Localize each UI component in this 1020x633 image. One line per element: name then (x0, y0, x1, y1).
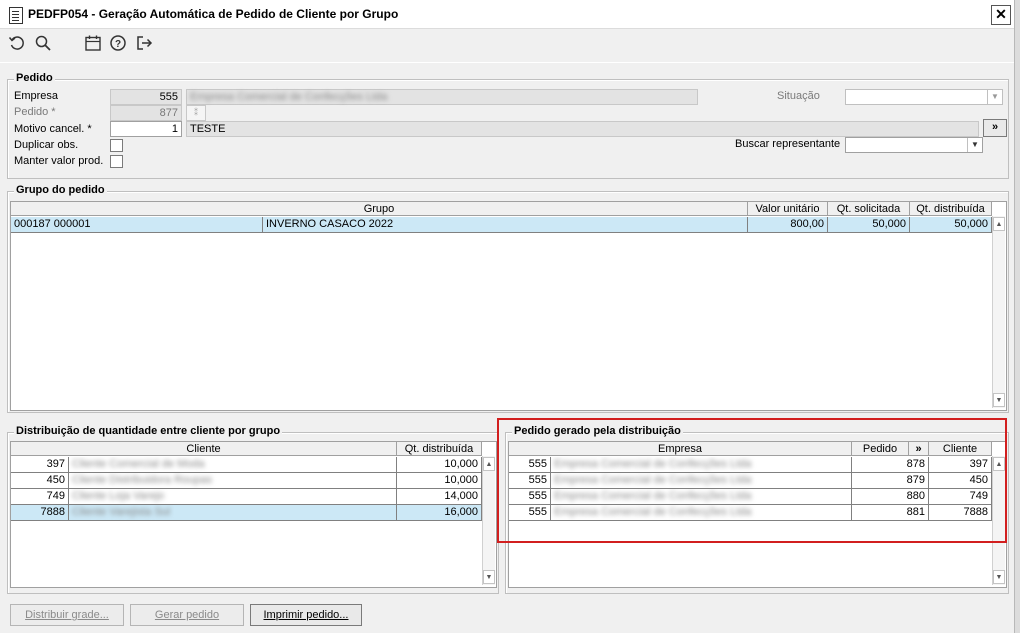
grupo-grid: Grupo Valor unitário Qt. solicitada Qt. … (10, 201, 1007, 411)
distribuicao-group-title: Distribuição de quantidade entre cliente… (14, 425, 283, 437)
distribuicao-grid: Cliente Qt. distribuída 397 Cliente Comer… (10, 441, 497, 588)
dist-header-qt[interactable]: Qt. distribuída (397, 442, 482, 456)
imprimir-pedido-button[interactable]: Imprimir pedido... (250, 604, 362, 626)
situacao-label: Situação (777, 90, 820, 102)
dist-cliente-name: Cliente Varejista Sul (69, 505, 397, 521)
undo-icon[interactable] (7, 34, 27, 54)
gerar-pedido-button: Gerar pedido (130, 604, 244, 626)
grupo-qtdist: 50,000 (910, 217, 992, 233)
motivo-label: Motivo cancel. * (14, 123, 92, 135)
grupo-header-qtsol[interactable]: Qt. solicitada (828, 202, 910, 216)
search-icon[interactable] (33, 34, 53, 54)
pedido-field: 877 (110, 105, 182, 121)
grupo-qtsol: 50,000 (828, 217, 910, 233)
dist-cliente-name: Cliente Comercial de Moda (69, 457, 397, 473)
chevron-down-icon: ▼ (987, 90, 1002, 104)
grupo-scrollbar[interactable]: ▲ ▼ (992, 216, 1005, 408)
dist-qt: 16,000 (397, 505, 482, 521)
duplicar-label: Duplicar obs. (14, 139, 79, 151)
manter-label: Manter valor prod. (14, 155, 104, 167)
scroll-down-icon[interactable]: ▼ (993, 570, 1005, 584)
scroll-up-icon[interactable]: ▲ (483, 457, 495, 471)
close-button[interactable]: ✕ (991, 5, 1011, 25)
dist-cliente-name-text: Cliente Loja Varejo (72, 490, 165, 502)
buscar-label: Buscar representante (735, 138, 841, 150)
grupo-group-title: Grupo do pedido (14, 184, 107, 196)
dist-header-cliente[interactable]: Cliente (11, 442, 397, 456)
motivo-lookup-button[interactable]: » (983, 119, 1007, 137)
motivo-field[interactable]: 1 (110, 121, 182, 137)
scroll-down-icon[interactable]: ▼ (483, 570, 495, 584)
imprimir-pedido-label: Imprimir pedido... (263, 609, 349, 621)
toolbar: ? (0, 29, 1014, 59)
scroll-up-icon[interactable]: ▲ (993, 217, 1005, 231)
motivo-desc-field: TESTE (186, 121, 979, 137)
grupo-header-grupo[interactable]: Grupo (11, 202, 748, 216)
dist-cliente-name-text: Cliente Varejista Sul (72, 506, 171, 518)
situacao-select[interactable]: ▼ (845, 89, 1003, 105)
dist-cliente-name-text: Cliente Distribuidora Roupas (72, 474, 213, 486)
grupo-header-qtdist[interactable]: Qt. distribuída (910, 202, 992, 216)
grupo-header-valor[interactable]: Valor unitário (748, 202, 828, 216)
dist-qt: 14,000 (397, 489, 482, 505)
calendar-icon[interactable] (83, 34, 103, 54)
grupo-codigo: 000187 000001 (11, 217, 263, 233)
empresa-name: Empresa Comercial de Confecções Ltda (190, 91, 388, 103)
dist-qt: 10,000 (397, 473, 482, 489)
empresa-name-field: Empresa Comercial de Confecções Ltda (186, 89, 698, 105)
highlight-box (497, 418, 1007, 543)
distribuir-grade-label: Distribuir grade... (25, 609, 109, 621)
exit-icon[interactable] (134, 34, 154, 54)
buscar-select[interactable]: ▼ (845, 137, 983, 153)
grupo-descricao: INVERNO CASACO 2022 (263, 217, 748, 233)
dist-cliente-code: 397 (11, 457, 69, 473)
dist-qt: 10,000 (397, 457, 482, 473)
duplicar-checkbox[interactable] (110, 139, 123, 152)
grupo-valor: 800,00 (748, 217, 828, 233)
toolbar-separator (0, 62, 1014, 63)
dist-cliente-name: Cliente Loja Varejo (69, 489, 397, 505)
window-edge (1014, 0, 1020, 633)
pedido-label: Pedido * (14, 106, 56, 118)
manter-checkbox[interactable] (110, 155, 123, 168)
help-icon[interactable]: ? (108, 34, 128, 54)
gerar-pedido-label: Gerar pedido (154, 609, 220, 621)
svg-text:?: ? (115, 39, 121, 50)
title-bar: PEDFP054 - Geração Automática de Pedido … (0, 0, 1014, 29)
chevron-down-icon: ▼ (967, 138, 982, 152)
document-icon (9, 7, 23, 24)
dist-cliente-name: Cliente Distribuidora Roupas (69, 473, 397, 489)
empresa-label: Empresa (14, 90, 59, 102)
dist-cliente-name-text: Cliente Comercial de Moda (72, 458, 205, 470)
distribuir-grade-button: Distribuir grade... (10, 604, 124, 626)
pedido-lookup-icon: ⁑ (186, 105, 206, 121)
empresa-field: 555 (110, 89, 182, 105)
dist-cliente-code: 749 (11, 489, 69, 505)
window-title: PEDFP054 - Geração Automática de Pedido … (28, 7, 399, 21)
pedido-group-title: Pedido (14, 72, 55, 84)
dist-cliente-code: 450 (11, 473, 69, 489)
scroll-down-icon[interactable]: ▼ (993, 393, 1005, 407)
dist-scrollbar[interactable]: ▲ ▼ (482, 456, 495, 585)
dist-cliente-code: 7888 (11, 505, 69, 521)
